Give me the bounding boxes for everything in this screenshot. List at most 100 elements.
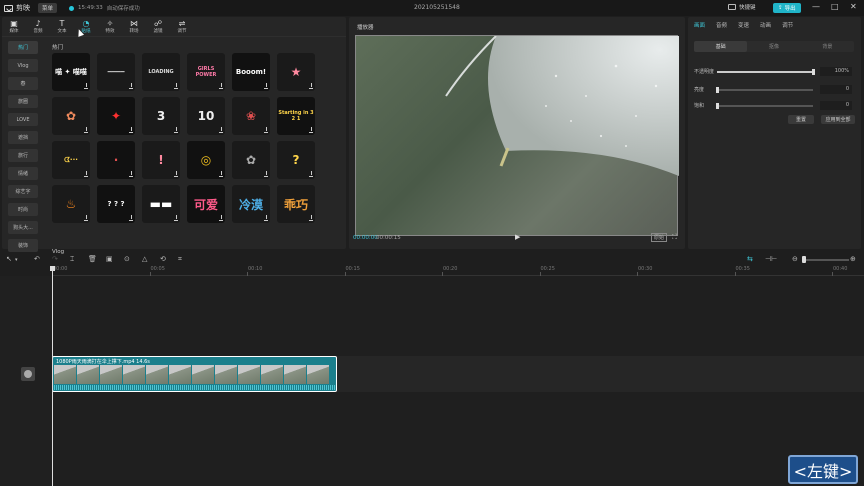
sticker-item[interactable]: ? (277, 141, 315, 179)
split-icon[interactable]: ⌶ (70, 255, 74, 264)
delete-icon[interactable]: 🗑 (88, 255, 97, 263)
tab-audio[interactable]: ♪ 音频 (26, 17, 50, 36)
menu-button[interactable]: 菜单 (38, 3, 58, 13)
zoom-in-icon[interactable]: ⊕ (850, 255, 856, 263)
property-value-input[interactable]: 0 (820, 101, 852, 110)
slider-handle[interactable] (812, 69, 815, 75)
download-icon[interactable] (309, 127, 313, 133)
sticker-item[interactable]: 冷漠 (232, 185, 270, 223)
category-item[interactable]: 热门 (8, 41, 38, 54)
sticker-item[interactable]: ? ? ? (97, 185, 135, 223)
aspect-ratio-button[interactable]: 原始 (651, 233, 668, 242)
sticker-item[interactable]: ❀ (232, 97, 270, 135)
category-item[interactable]: 遮挡 (8, 131, 38, 144)
download-icon[interactable] (264, 215, 268, 221)
tab-adjust[interactable]: ⇌ 调节 (170, 17, 194, 36)
download-icon[interactable] (84, 127, 88, 133)
sticker-item[interactable]: ᗧ··· (52, 141, 90, 179)
playhead[interactable] (52, 266, 53, 486)
download-icon[interactable] (129, 215, 133, 221)
tab-transition[interactable]: ⋈ 转场 (122, 17, 146, 36)
slider-handle[interactable] (716, 103, 719, 109)
select-tool-icon[interactable]: ↖ (6, 255, 12, 263)
sticker-item[interactable]: ✿ (232, 141, 270, 179)
download-icon[interactable] (174, 83, 178, 89)
category-item[interactable]: 情绪 (8, 167, 38, 180)
property-value-input[interactable]: 0 (820, 85, 852, 94)
video-preview[interactable] (355, 35, 679, 236)
sticker-item[interactable]: ★ (277, 53, 315, 91)
inspector-tab[interactable]: 音频 (716, 21, 727, 29)
inspector-tab[interactable]: 调节 (782, 21, 793, 29)
rotate-icon[interactable]: ⟲ (160, 255, 166, 263)
zoom-slider-track[interactable] (805, 259, 849, 261)
zoom-out-icon[interactable]: ⊖ (792, 255, 798, 263)
download-icon[interactable] (264, 127, 268, 133)
download-icon[interactable] (219, 215, 223, 221)
slider-handle[interactable] (716, 87, 719, 93)
download-icon[interactable] (84, 83, 88, 89)
download-icon[interactable] (264, 171, 268, 177)
download-icon[interactable] (129, 127, 133, 133)
tab-effects[interactable]: ✧ 特效 (98, 17, 122, 36)
inspector-tab[interactable]: 变速 (738, 21, 749, 29)
select-dropdown-icon[interactable]: ▾ (15, 257, 18, 263)
category-item[interactable]: LOVE (8, 113, 38, 126)
zoom-slider-handle[interactable] (802, 256, 806, 263)
category-item[interactable]: 春 (8, 77, 38, 90)
inspector-sub-tab[interactable]: 基础 (694, 41, 748, 52)
reverse-icon[interactable]: ⊙ (124, 255, 130, 263)
apply-all-button[interactable]: 应用到全部 (821, 115, 855, 124)
property-value-input[interactable]: 100% (820, 67, 852, 76)
reset-button[interactable]: 重置 (788, 115, 814, 124)
download-icon[interactable] (219, 171, 223, 177)
sticker-item[interactable]: 可爱 (187, 185, 225, 223)
download-icon[interactable] (264, 83, 268, 89)
tab-media[interactable]: ▣ 媒体 (2, 17, 26, 36)
sticker-item[interactable]: Starting in 3 2 1 (277, 97, 315, 135)
download-icon[interactable] (84, 215, 88, 221)
linkage-icon[interactable]: ⊣⊢ (765, 255, 777, 263)
category-item[interactable]: 装饰 (8, 239, 38, 252)
download-icon[interactable] (174, 171, 178, 177)
property-slider[interactable] (716, 103, 813, 109)
shortcut-button[interactable]: 快捷键 (728, 3, 756, 11)
download-icon[interactable] (219, 127, 223, 133)
snap-icon[interactable]: ⇆ (747, 255, 753, 263)
download-icon[interactable] (309, 215, 313, 221)
sticker-item[interactable]: 乖巧 (277, 185, 315, 223)
category-item[interactable]: 旅圈 (8, 95, 38, 108)
sticker-item[interactable]: 3 (142, 97, 180, 135)
inspector-sub-tab[interactable]: 背景 (801, 41, 854, 52)
fullscreen-icon[interactable]: ⛶ (672, 233, 677, 242)
sticker-item[interactable]: ✦ (97, 97, 135, 135)
video-clip[interactable]: 1080P雨天雨滴打在伞上撑下.mp4 14.6s (52, 356, 337, 392)
sticker-item[interactable]: ━━━━ (97, 53, 135, 91)
undo-icon[interactable]: ↶ (34, 255, 40, 263)
inspector-tab[interactable]: 动画 (760, 21, 771, 29)
category-item[interactable]: 时尚 (8, 203, 38, 216)
maximize-button[interactable]: □ (831, 2, 839, 11)
sticker-item[interactable]: ◎ (187, 141, 225, 179)
download-icon[interactable] (129, 171, 133, 177)
sticker-item[interactable]: 10 (187, 97, 225, 135)
mirror-icon[interactable]: △ (142, 255, 147, 263)
sticker-item[interactable]: ▬▬ (142, 185, 180, 223)
download-icon[interactable] (219, 83, 223, 89)
minimize-button[interactable]: — (812, 2, 820, 11)
download-icon[interactable] (174, 127, 178, 133)
sticker-item[interactable]: ✿ (52, 97, 90, 135)
crop-icon[interactable]: ⌗ (178, 255, 182, 264)
sticker-item[interactable]: 喵 ✦ 喵喵 (52, 53, 90, 91)
cover-button[interactable] (21, 367, 35, 381)
freeze-icon[interactable]: ▣ (106, 255, 113, 263)
export-button[interactable]: ⇪ 导出 (773, 3, 801, 13)
download-icon[interactable] (174, 215, 178, 221)
property-slider[interactable] (717, 69, 815, 75)
tab-filter[interactable]: ☍ 滤镜 (146, 17, 170, 36)
sticker-item[interactable]: · (97, 141, 135, 179)
download-icon[interactable] (309, 83, 313, 89)
category-item[interactable]: 旅行 (8, 149, 38, 162)
category-item[interactable]: 综艺字 (8, 185, 38, 198)
category-item[interactable]: Vlog (8, 59, 38, 72)
